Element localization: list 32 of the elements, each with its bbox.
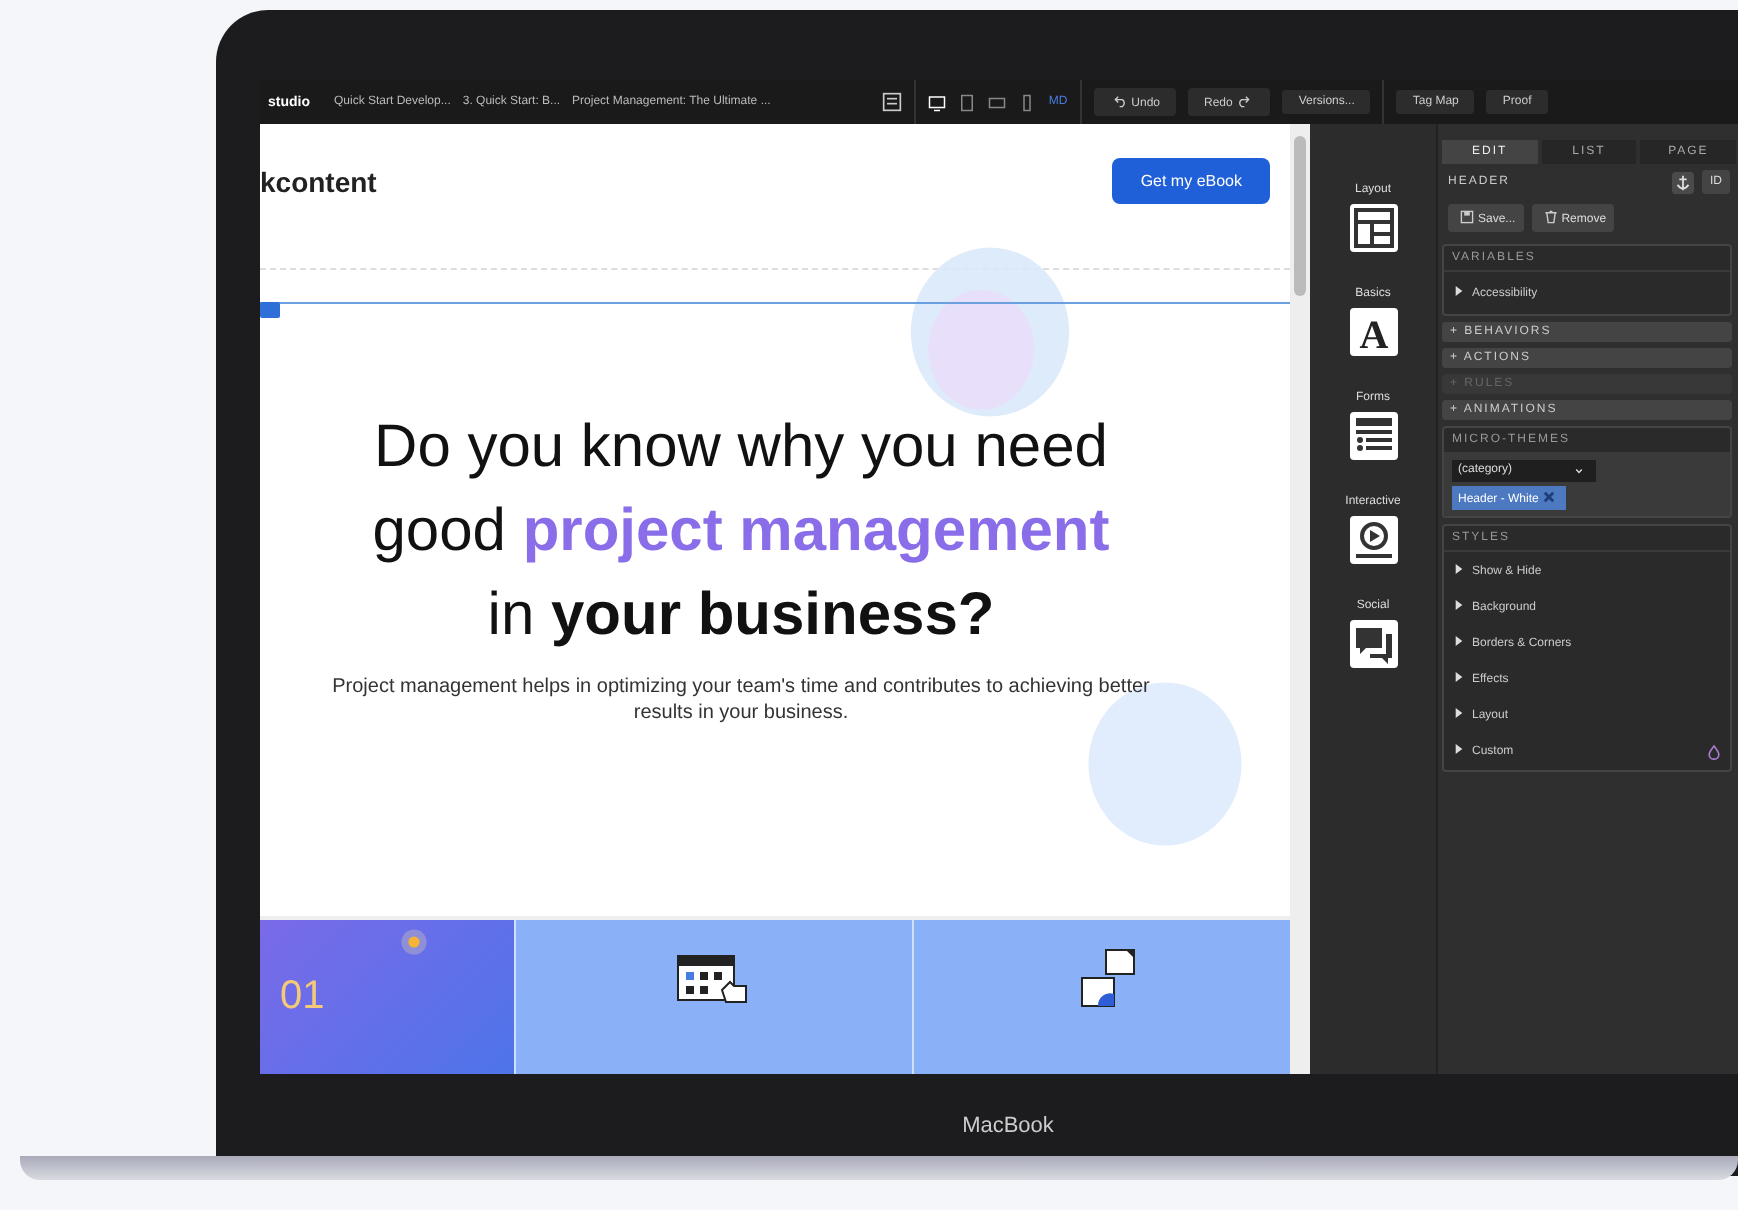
play-icon[interactable] bbox=[1349, 516, 1397, 564]
close-icon[interactable] bbox=[1542, 490, 1557, 504]
undo-icon bbox=[1113, 94, 1128, 108]
panel-icon[interactable] bbox=[882, 92, 903, 112]
selection-handle-icon[interactable] bbox=[260, 302, 280, 318]
site-logo[interactable]: kcontent bbox=[260, 165, 377, 197]
phone-icon[interactable] bbox=[1018, 93, 1037, 111]
trash-icon bbox=[1543, 210, 1558, 224]
expand-arrow-icon bbox=[1454, 744, 1464, 754]
expand-arrow-icon bbox=[1454, 636, 1464, 646]
subtitle: Project management helps in optimizing your team's time and contributes to achieving better results in your business. bbox=[330, 674, 1152, 726]
get-ebook-button[interactable]: Get my eBook bbox=[1112, 158, 1270, 204]
expand-arrow-icon bbox=[1454, 564, 1464, 574]
expand-arrow-icon bbox=[1454, 600, 1464, 610]
headline: Do you know why you need good project management in your business? bbox=[372, 412, 1110, 652]
redo-icon bbox=[1236, 94, 1251, 108]
expand-arrow-icon bbox=[1454, 672, 1464, 682]
landscape-icon[interactable] bbox=[988, 93, 1007, 111]
layout-icon[interactable] bbox=[1349, 204, 1397, 252]
letter-icon[interactable]: A bbox=[1349, 308, 1397, 356]
chat-icon[interactable] bbox=[1349, 620, 1397, 668]
card-number: 01 bbox=[280, 974, 325, 1020]
form-icon[interactable] bbox=[1349, 412, 1397, 460]
dot-icon bbox=[400, 928, 428, 956]
anchor-icon[interactable] bbox=[1672, 171, 1694, 193]
desktop-icon[interactable] bbox=[928, 93, 947, 111]
expand-arrow-icon bbox=[1454, 708, 1464, 718]
caret-icon bbox=[1572, 464, 1586, 478]
device-label: MacBook bbox=[962, 1113, 1054, 1137]
expand-arrow-icon bbox=[1454, 286, 1464, 296]
tablet-icon[interactable] bbox=[958, 93, 977, 111]
save-icon bbox=[1460, 210, 1474, 224]
